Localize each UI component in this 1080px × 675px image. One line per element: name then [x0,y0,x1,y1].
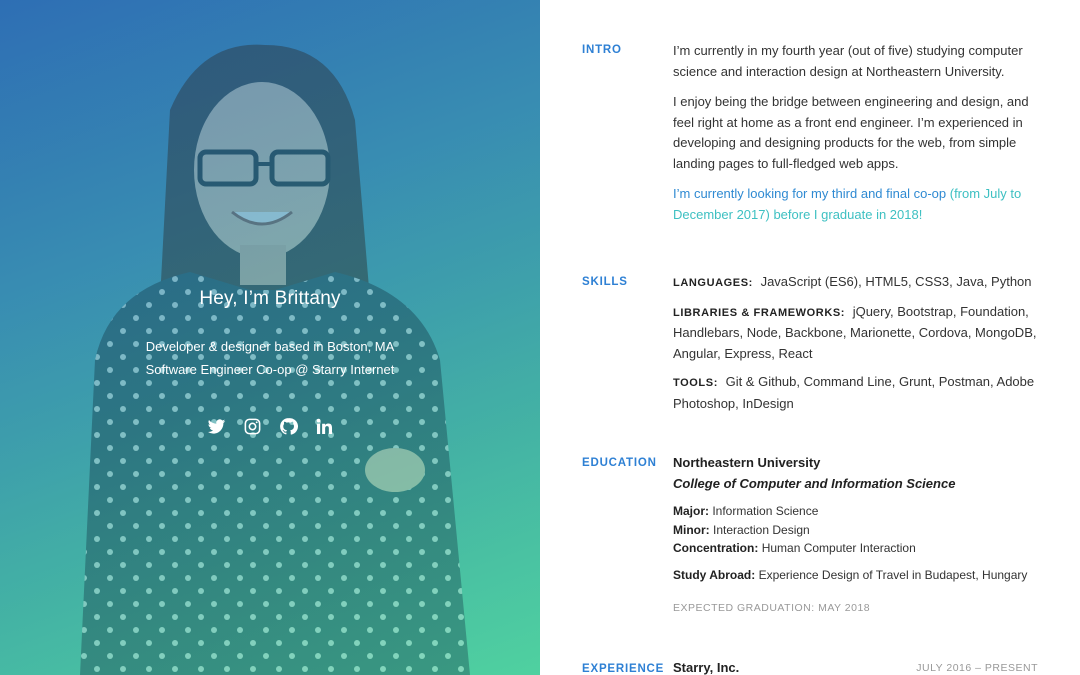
education-major-value: Information Science [712,504,819,518]
social-links [0,416,540,436]
intro-highlight: I’m currently looking for my third and f… [673,184,1043,225]
intro-paragraph-1: I’m currently in my fourth year (out of … [673,43,1023,79]
section-label-experience: EXPERIENCE [582,663,665,675]
intro-section: I’m currently in my fourth year (out of … [673,41,1043,235]
education-school: Northeastern University [673,455,821,470]
twitter-icon[interactable] [206,416,226,436]
intro-highlight-part1: I’m currently looking for my third and f… [673,186,950,201]
github-icon[interactable] [278,416,298,436]
instagram-icon[interactable] [242,416,262,436]
skills-tools-value: Git & Github, Command Line, Grunt, Postm… [673,374,1035,411]
education-abroad-value: Experience Design of Travel in Budapest,… [758,567,1028,582]
education-major-key: Major: [673,504,709,518]
skills-languages-value: JavaScript (ES6), HTML5, CSS3, Java, Pyt… [760,274,1032,289]
education-college: College of Computer and Information Scie… [673,475,956,491]
skills-languages-key: LANGUAGES: [673,277,753,289]
skills-section: LANGUAGES: JavaScript (ES6), HTML5, CSS3… [673,272,1043,422]
hero-panel: Hey, I’m Brittany Developer & designer b… [0,0,540,675]
education-major: Major: Information Science [673,502,1043,521]
skills-tools-key: TOOLS: [673,377,718,389]
education-concentration: Concentration: Human Computer Interactio… [673,539,1043,558]
gradient-overlay [0,0,540,675]
experience-company: Starry, Inc. [673,660,740,675]
section-label-intro: INTRO [582,44,622,56]
education-minor-value: Interaction Design [713,522,810,537]
section-label-education: EDUCATION [582,457,657,469]
linkedin-icon[interactable] [314,416,334,436]
experience-dates: JULY 2016 – PRESENT [916,662,1038,674]
hero-subtitle-location: Developer & designer based in Boston, MA [145,339,395,354]
intro-paragraph-2: I enjoy being the bridge between enginee… [673,94,1029,171]
education-study-abroad: Study Abroad: Experience Design of Trave… [673,566,1043,585]
education-section: Northeastern University College of Compu… [673,453,1043,619]
hero-subtitle-job: Software Engineer Co-op @ Starry Interne… [145,362,395,377]
skills-tools: TOOLS: Git & Github, Command Line, Grunt… [673,372,1043,414]
education-minor: Minor: Interaction Design [673,521,1043,540]
education-concentration-value: Human Computer Interaction [761,541,916,555]
education-abroad-key: Study Abroad: [673,567,756,582]
skills-languages: LANGUAGES: JavaScript (ES6), HTML5, CSS3… [673,272,1043,294]
section-label-skills: SKILLS [582,276,628,288]
skills-libraries-key: LIBRARIES & FRAMEWORKS: [673,306,846,319]
education-graduation: EXPECTED GRADUATION: MAY 2018 [673,602,871,614]
resume-column: INTRO I’m currently in my fourth year (o… [540,0,1080,675]
hero-greeting: Hey, I’m Brittany [199,288,341,309]
education-concentration-key: Concentration: [673,541,759,555]
education-minor-key: Minor: [673,522,710,537]
skills-libraries: LIBRARIES & FRAMEWORKS: jQuery, Bootstra… [673,302,1043,365]
